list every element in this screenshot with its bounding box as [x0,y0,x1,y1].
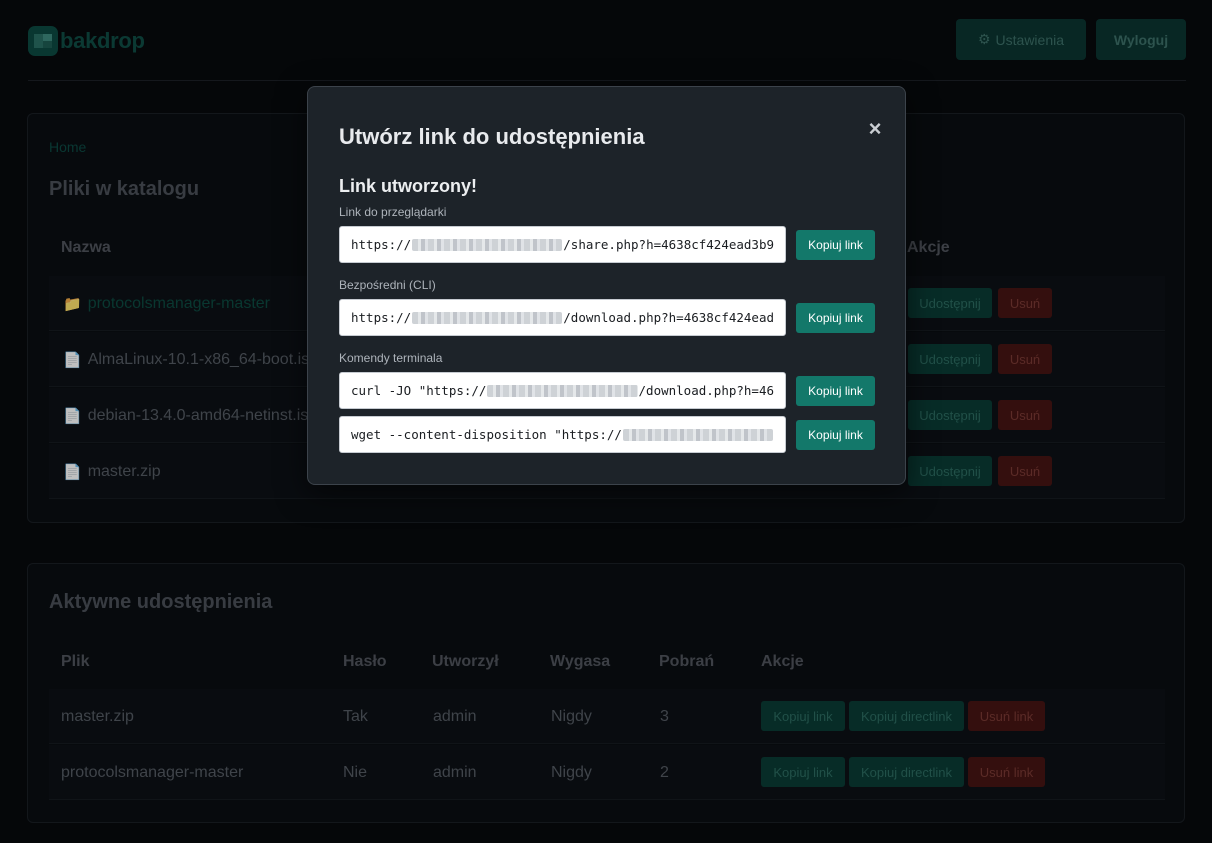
copy-direct-link-button[interactable]: Kopiuj link [796,303,875,333]
modal-title: Utwórz link do udostępnienia [339,124,645,149]
copy-curl-button[interactable]: Kopiuj link [796,376,875,406]
redacted-domain [412,238,563,251]
browser-link-label: Link do przeglądarki [339,205,447,219]
curl-command-field[interactable]: curl -JO "https:///download.php?h=46 [339,372,786,409]
direct-link-label: Bezpośredni (CLI) [339,278,436,292]
copy-browser-link-button[interactable]: Kopiuj link [796,230,875,260]
browser-link-field[interactable]: https:///share.php?h=4638cf424ead3b9 [339,226,786,263]
redacted-domain [622,428,773,441]
redacted-domain [412,311,563,324]
share-link-modal: Utwórz link do udostępnienia × Link utwo… [307,86,906,485]
wget-command-field[interactable]: wget --content-disposition "https:// [339,416,786,453]
redacted-domain [487,384,638,397]
close-icon[interactable]: × [865,118,885,140]
copy-wget-button[interactable]: Kopiuj link [796,420,875,450]
direct-link-field[interactable]: https:///download.php?h=4638cf424ead [339,299,786,336]
link-created-heading: Link utworzony! [339,176,477,196]
terminal-commands-label: Komendy terminala [339,351,443,365]
